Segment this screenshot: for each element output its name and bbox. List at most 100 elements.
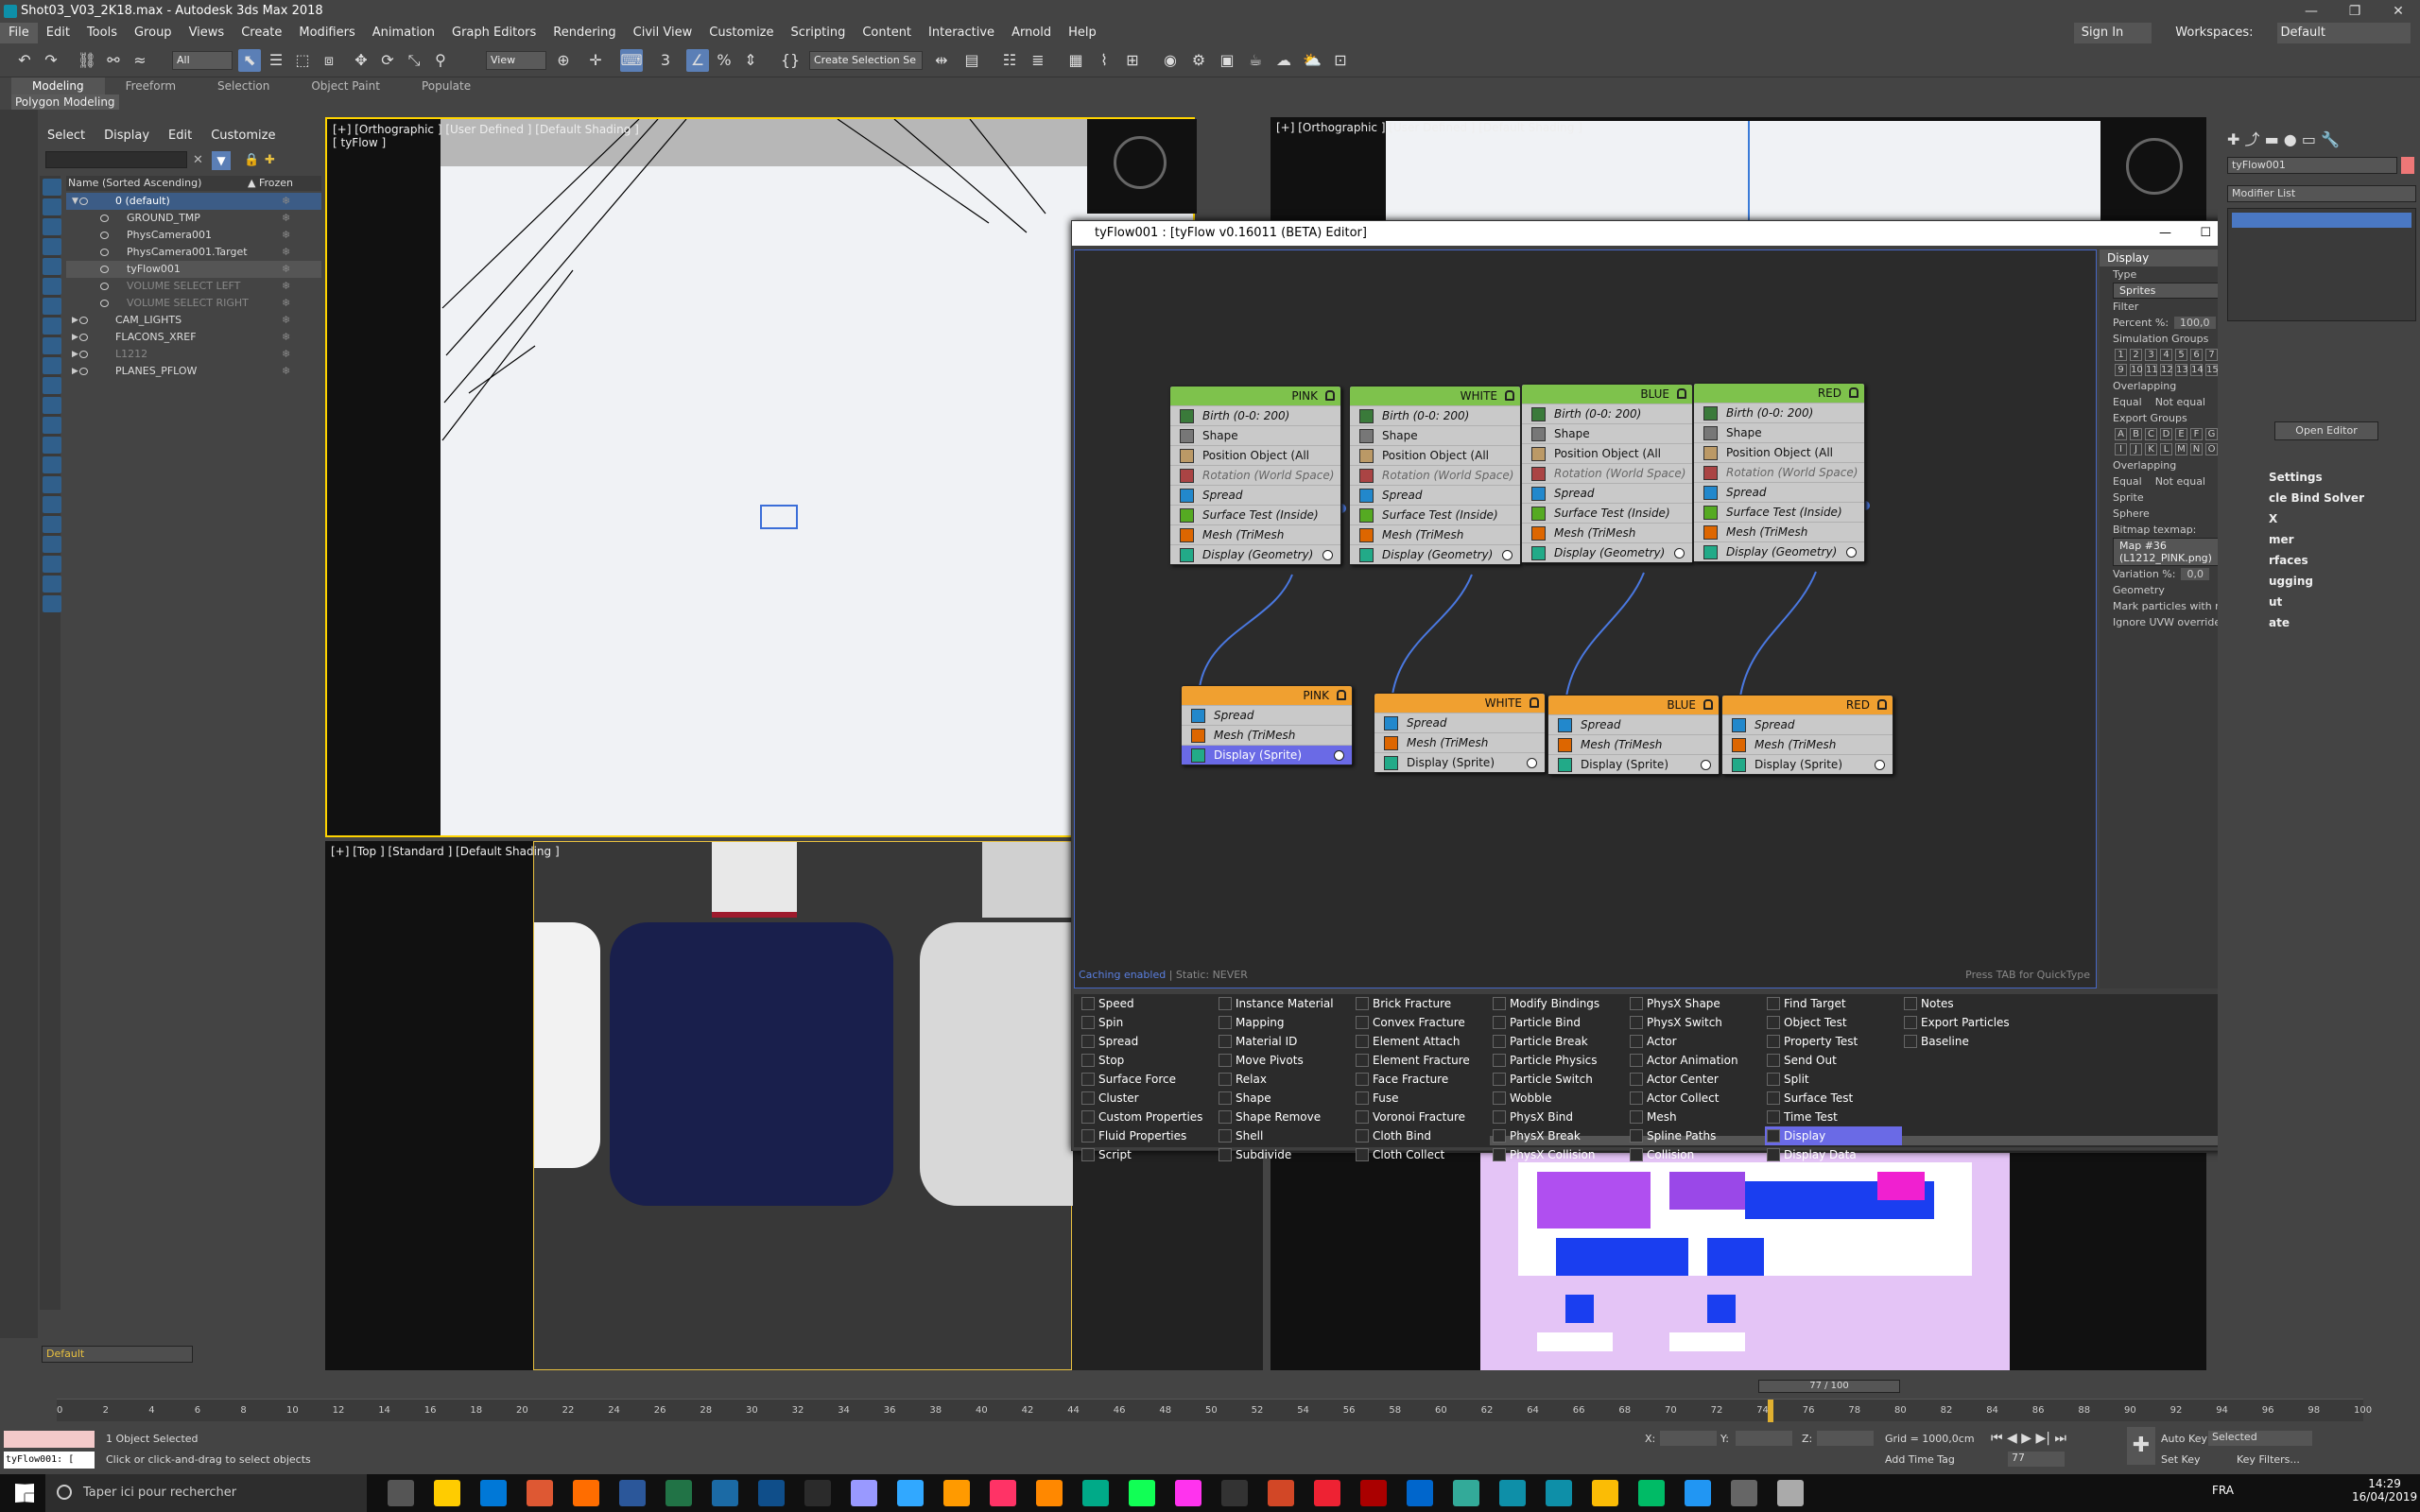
explorer-tool-icon[interactable] xyxy=(43,456,61,473)
rect-selection-icon[interactable]: ⬚ xyxy=(291,49,314,72)
operator[interactable]: Display (Sprite) xyxy=(1722,754,1893,774)
taskbar-app-icon[interactable] xyxy=(851,1480,877,1506)
viewport-top-left[interactable]: [+] [Orthographic ] [User Defined ] [Def… xyxy=(325,117,1197,837)
restore-button[interactable]: ❐ xyxy=(2333,0,2377,23)
percent-snap-icon[interactable]: % xyxy=(713,49,735,72)
export-group-toggle[interactable]: O xyxy=(2205,443,2218,455)
sim-group-toggle[interactable]: 14 xyxy=(2190,364,2204,376)
sim-group-toggle[interactable]: 7 xyxy=(2205,349,2218,361)
operator-item[interactable]: Spin xyxy=(1080,1013,1217,1032)
explorer-tool-icon[interactable] xyxy=(43,476,61,493)
operator-item[interactable]: PhysX Switch xyxy=(1628,1013,1765,1032)
select-move-icon[interactable]: ✥ xyxy=(350,49,372,72)
operator-item[interactable]: Time Test xyxy=(1765,1108,1902,1126)
sub-event-node-pink[interactable]: PINK Spread Mesh (TriMesh [Render])Display… xyxy=(1181,685,1353,765)
operator[interactable]: Surface Test (Inside) xyxy=(1170,505,1340,524)
explorer-tool-icon[interactable] xyxy=(43,198,61,215)
export-group-toggle[interactable]: J xyxy=(2130,443,2142,455)
taskbar-app-icon[interactable] xyxy=(619,1480,646,1506)
explorer-tool-icon[interactable] xyxy=(43,258,61,275)
selection-filter-dropdown[interactable]: All xyxy=(172,51,233,70)
operator[interactable]: Rotation (World Space) xyxy=(1350,465,1520,485)
explorer-tool-icon[interactable] xyxy=(43,179,61,196)
taskbar-app-icon[interactable] xyxy=(1082,1480,1109,1506)
export-group-toggle[interactable]: B xyxy=(2130,428,2142,440)
explorer-tool-icon[interactable] xyxy=(43,377,61,394)
output-port-icon[interactable] xyxy=(1674,548,1685,558)
menu-arnold[interactable]: Arnold xyxy=(1003,23,1060,43)
sim-group-toggle[interactable]: 10 xyxy=(2130,364,2143,376)
lock-icon[interactable] xyxy=(1325,390,1335,401)
expand-icon[interactable]: ▶ xyxy=(72,346,78,363)
freeze-icon[interactable]: ❄ xyxy=(282,210,290,227)
operator-item[interactable]: Spline Paths xyxy=(1628,1126,1765,1145)
explorer-tool-icon[interactable] xyxy=(43,357,61,374)
explorer-tool-icon[interactable] xyxy=(43,298,61,315)
track-bar[interactable]: 0 2 4 6 8 10 12 14 16 18 20 22 24 26 28 30 32 34 36 38 40 42 4… xyxy=(57,1399,2372,1422)
event-node-red[interactable]: RED Birth (0-0: 200) Shape Position Object … xyxy=(1693,383,1865,562)
visibility-icon[interactable] xyxy=(79,317,88,324)
taskbar-app-icon[interactable] xyxy=(1777,1480,1804,1506)
visibility-icon[interactable] xyxy=(79,334,88,341)
select-by-name-icon[interactable]: ☰ xyxy=(265,49,287,72)
operator-item[interactable]: Particle Switch xyxy=(1491,1070,1628,1089)
explorer-tool-icon[interactable] xyxy=(43,516,61,533)
rollout-header[interactable]: Settings xyxy=(2269,471,2323,484)
operator[interactable]: Display (Geometry) xyxy=(1522,542,1692,562)
operator-item[interactable]: Cloth Bind xyxy=(1354,1126,1491,1145)
taskbar-app-icon[interactable] xyxy=(1036,1480,1063,1506)
x-field[interactable] xyxy=(1660,1431,1717,1446)
lock-icon[interactable] xyxy=(1505,390,1514,401)
edit-named-sets-icon[interactable]: {} xyxy=(779,49,802,72)
tyflow-minimize[interactable]: — xyxy=(2159,221,2171,246)
node-header[interactable]: BLUE xyxy=(1548,696,1719,714)
percent-field[interactable]: 100,0 xyxy=(2174,317,2216,329)
explorer-tool-icon[interactable] xyxy=(43,556,61,573)
taskbar-app-icon[interactable] xyxy=(990,1480,1016,1506)
operator-item[interactable]: Fluid Properties xyxy=(1080,1126,1217,1145)
operator[interactable]: Mesh (TriMesh [Render]) xyxy=(1722,734,1893,771)
visibility-icon[interactable] xyxy=(79,198,88,205)
sub-event-node-blue[interactable]: BLUE Spread Mesh (TriMesh [Render])Display… xyxy=(1547,695,1720,775)
mirror-icon[interactable]: ⇹ xyxy=(930,49,953,72)
freeze-icon[interactable]: ❄ xyxy=(282,329,290,346)
ribbon-tab-populate[interactable]: Populate xyxy=(401,77,492,94)
operator[interactable]: Mesh (TriMesh [Render]) xyxy=(1522,523,1692,559)
operator[interactable]: Position Object (All Verts) xyxy=(1170,445,1340,482)
operator-item[interactable]: Mesh xyxy=(1628,1108,1765,1126)
material-editor-icon[interactable]: ◉ xyxy=(1159,49,1182,72)
taskbar-app-icon[interactable] xyxy=(388,1480,414,1506)
operator-item[interactable]: Shape xyxy=(1217,1089,1354,1108)
col-name[interactable]: Name (Sorted Ascending) xyxy=(68,177,201,189)
unlink-icon[interactable]: ⚯ xyxy=(102,49,125,72)
menu-rendering[interactable]: Rendering xyxy=(544,23,624,43)
operator-item[interactable]: Face Fracture xyxy=(1354,1070,1491,1089)
select-manipulate-icon[interactable]: ✛ xyxy=(584,49,607,72)
operator[interactable]: Spread xyxy=(1722,714,1893,734)
explorer-tool-icon[interactable] xyxy=(43,595,61,612)
node-header[interactable]: WHITE xyxy=(1350,387,1520,405)
operator-item[interactable]: Display xyxy=(1765,1126,1902,1145)
placement-icon[interactable]: ⚲ xyxy=(429,49,452,72)
operator-item[interactable]: Subdivide xyxy=(1217,1145,1354,1164)
select-object-icon[interactable]: ⬉ xyxy=(238,49,261,72)
operator[interactable]: Mesh (TriMesh [Render]) xyxy=(1374,732,1545,769)
rollout-header[interactable]: X xyxy=(2269,512,2277,525)
taskbar-app-icon[interactable] xyxy=(434,1480,460,1506)
operator[interactable]: Surface Test (Inside) xyxy=(1694,502,1864,522)
modifier-stack-item[interactable] xyxy=(2232,213,2411,228)
link-icon[interactable]: ⛓ xyxy=(76,49,98,72)
spinner-snap-icon[interactable]: ⇕ xyxy=(739,49,762,72)
key-mode-dropdown[interactable]: Selected xyxy=(2208,1431,2312,1446)
visibility-icon[interactable] xyxy=(79,351,88,358)
maxscript-listener[interactable] xyxy=(4,1431,95,1448)
operator-item[interactable]: PhysX Collision xyxy=(1491,1145,1628,1164)
current-frame-field[interactable]: 77 xyxy=(2008,1452,2065,1467)
rollout-header[interactable]: ate xyxy=(2269,616,2290,629)
taskbar-app-icon[interactable] xyxy=(712,1480,738,1506)
lock-icon[interactable] xyxy=(1703,699,1713,710)
explorer-tool-icon[interactable] xyxy=(43,318,61,335)
operator-item[interactable]: Split xyxy=(1765,1070,1902,1089)
tyflow-icon-object[interactable] xyxy=(760,505,798,529)
operator-item[interactable]: Brick Fracture xyxy=(1354,994,1491,1013)
